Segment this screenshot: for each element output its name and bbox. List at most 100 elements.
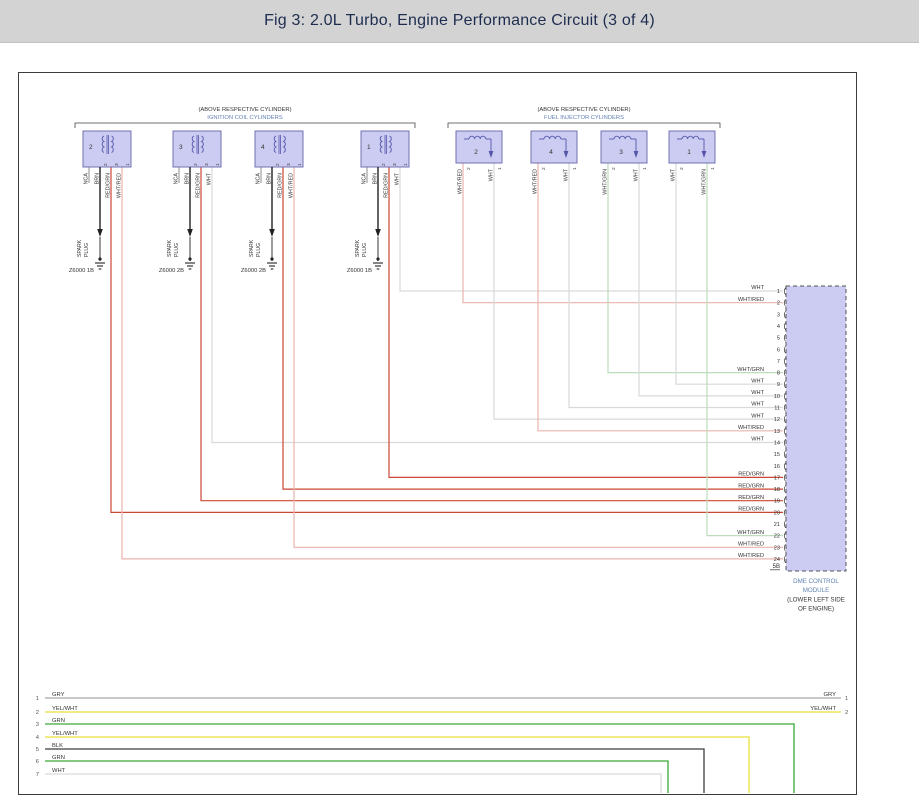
injector-cylinder-number: 4: [549, 149, 553, 156]
wire-label: WHT/RED: [117, 173, 123, 198]
dme-pin-number: 19: [774, 499, 780, 505]
dme-pin-number: 6: [777, 347, 780, 353]
junction-dot: [270, 257, 273, 260]
injector-cylinder-number: 2: [474, 149, 478, 156]
wire-label: RED/GRN: [384, 173, 390, 198]
diagram-canvas: (ABOVE RESPECTIVE CYLINDER)IGNITION COIL…: [18, 72, 857, 795]
coil-cylinder-number: 4: [261, 144, 265, 151]
wire-wht-dme-pin-9: [676, 163, 783, 384]
wire-label: RED/GRN: [196, 173, 202, 198]
dme-pin-connector-icon: (: [784, 287, 787, 296]
dme-pin-connector-icon: (: [784, 426, 787, 435]
pin-number: 3: [204, 163, 210, 166]
dme-pin-wire-label: WHT: [751, 285, 764, 291]
bottom-wire-2: 2YEL/WHTYEL/WHT2: [36, 706, 848, 716]
dme-pin-connector-icon: (: [784, 520, 787, 529]
dme-pin-connector-icon: (: [784, 531, 787, 540]
dme-pin-connector-icon: (: [784, 554, 787, 563]
wire-color-label: YEL/WHT: [52, 706, 78, 712]
pin-number: 3: [114, 163, 120, 166]
wire-wht-dme-pin-14: [212, 167, 783, 443]
pin-number: 2: [381, 163, 387, 166]
bottom-wire-1: 1GRYGRY1: [36, 692, 848, 702]
dme-pin-1: 1(WHT: [751, 285, 786, 295]
wire-color-label: GRN: [52, 718, 65, 724]
dme-pin-connector-icon: (: [784, 368, 787, 377]
right-wire-color-label: YEL/WHT: [810, 706, 836, 712]
pin-number: 1: [572, 167, 578, 170]
wire-label: WHT: [395, 172, 401, 185]
wire-color-label: YEL/WHT: [52, 731, 78, 737]
dme-pin-wire-label: WHT/RED: [738, 553, 764, 559]
injector-box: [601, 131, 647, 163]
dme-name: DME CONTROL: [793, 578, 839, 585]
dme-pin-14: 14(WHT: [751, 437, 786, 447]
dme-pin-15: 15(: [774, 450, 787, 459]
fuel-injector-station-cyl-3: 32WHT/GRN1WHT: [601, 131, 648, 195]
pin-number: 2: [275, 163, 281, 166]
pin-number: 1: [125, 163, 131, 166]
bottom-wire-7: 7WHT: [36, 768, 661, 793]
dme-pin-number: 23: [774, 545, 780, 551]
dme-pin-23: 23(WHT/RED: [738, 542, 787, 552]
coil-cylinder-number: 2: [89, 144, 93, 151]
wire-wht-grn-dme-pin-22: [707, 163, 783, 536]
coil-cylinder-number: 3: [179, 144, 183, 151]
harness-wires: [111, 163, 783, 559]
wire-grn: [45, 761, 668, 793]
figure-title-bar: Fig 3: 2.0L Turbo, Engine Performance Ci…: [0, 0, 919, 43]
dme-pin-2: 2(WHT/RED: [738, 297, 787, 307]
spark-arrowhead-icon: [187, 229, 193, 237]
dme-pin-connector-icon: (: [784, 473, 787, 482]
wire-blk: [45, 749, 704, 793]
pin-number: 2: [193, 163, 199, 166]
dme-pin-connector-icon: (: [784, 461, 787, 470]
dme-pin-connector-icon: (: [784, 380, 787, 389]
dme-pin-16: 16(: [774, 461, 787, 470]
group-title: IGNITION COIL CYLINDERS: [207, 115, 283, 121]
wire-label: WHT/GRN: [702, 169, 708, 195]
dme-pin-connector-icon: (: [784, 333, 787, 342]
dme-pin-3: 3(: [777, 310, 787, 319]
ground-id-label: Z6000 1B: [347, 268, 372, 274]
dme-pin-number: 18: [774, 487, 780, 493]
dme-name: MODULE: [803, 587, 829, 594]
wire-red-grn-dme-pin-18: [283, 167, 783, 489]
wire-label: WHT: [489, 168, 495, 181]
dme-pin-22: 22(WHT/GRN: [737, 530, 786, 540]
wire-wht-dme-pin-10: [639, 163, 783, 396]
pin-number: 1: [710, 167, 716, 170]
left-pin-number: 7: [36, 772, 39, 778]
pin-number: 3: [286, 163, 292, 166]
dme-pin-11: 11(WHT: [751, 402, 786, 412]
wire-color-label: BLK: [52, 743, 63, 749]
dme-pin-number: 21: [774, 522, 780, 528]
wire-label: WHT/GRN: [603, 169, 609, 195]
dme-pin-connector-icon: (: [784, 450, 787, 459]
dme-pin-wire-label: WHT/GRN: [737, 367, 764, 373]
dme-pin-number: 22: [774, 534, 780, 540]
spark-plug-label: SPARK: [249, 239, 255, 257]
wire-color-label: GRY: [52, 692, 65, 698]
wire-red-grn-dme-pin-19: [201, 167, 783, 501]
spark-arrowhead-icon: [375, 229, 381, 237]
junction-dot: [188, 257, 191, 260]
wire-grn: [45, 724, 794, 793]
group-brace: [448, 123, 720, 128]
dme-control-module: 1(WHT2(WHT/RED3(4(5(6(7(8(WHT/GRN9(WHT10…: [737, 285, 846, 612]
dme-pin-wire-label: WHT: [751, 437, 764, 443]
wire-label: NCA: [174, 173, 180, 185]
right-pin-number: 2: [845, 710, 848, 716]
dme-pin-number: 3: [777, 312, 780, 318]
dme-pin-wire-label: WHT: [751, 390, 764, 396]
dme-pin-19: 19(RED/GRN: [738, 495, 786, 505]
fuel-injector-station-cyl-2: 22WHT/RED1WHT: [456, 131, 503, 194]
dme-pin-10: 10(WHT: [751, 390, 786, 400]
bottom-wire-3: 3GRN: [36, 718, 794, 793]
dme-pin-connector-icon: (: [784, 391, 787, 400]
pin-number: 1: [297, 163, 303, 166]
dme-pin-wire-label: WHT: [751, 402, 764, 408]
dme-pin-number: 12: [774, 417, 780, 423]
dme-pin-18: 18(RED/GRN: [738, 483, 786, 493]
wiring-diagram: (ABOVE RESPECTIVE CYLINDER)IGNITION COIL…: [19, 73, 856, 794]
